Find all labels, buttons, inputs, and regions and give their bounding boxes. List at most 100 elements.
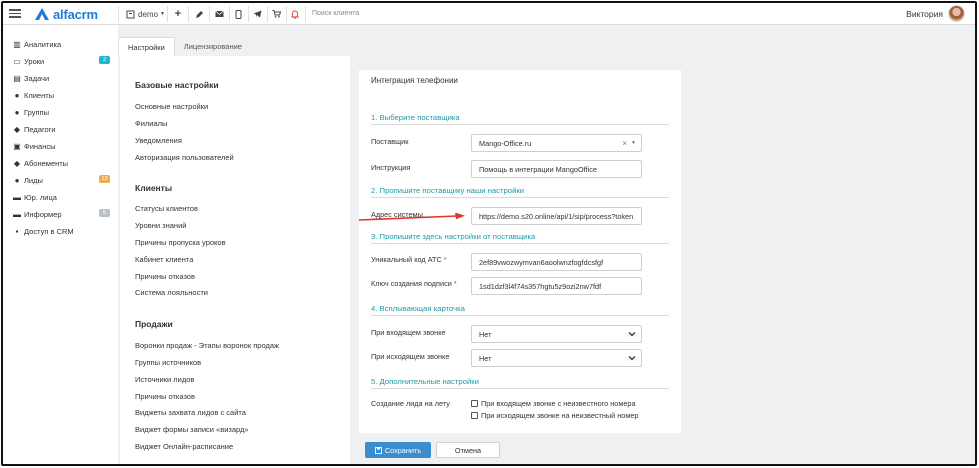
edit-button[interactable] [193,7,205,21]
menu-link[interactable]: Филиалы [135,119,167,128]
menu-link[interactable]: Основные настройки [135,102,208,111]
mail-button[interactable] [213,7,225,21]
step-1-heading: 1. Выберите поставщика [371,113,669,125]
calendar-icon: ▭ [13,56,21,66]
menu-link[interactable]: Причины пропуска уроков [135,238,226,247]
sidebar-item-label: Задачи [24,73,50,83]
sidebar-item-lessons[interactable]: ▭ Уроки 2 [12,54,112,68]
tab-licensing[interactable]: Лицензирование [175,37,251,56]
sms-button[interactable] [232,7,244,21]
divider [118,6,119,22]
checkbox-box[interactable] [471,400,478,407]
app-window: alfacrm demo ▼ + Поиск клиента Виктория … [1,1,977,466]
checkbox-box[interactable] [471,412,478,419]
incoming-unknown-checkbox[interactable]: При входящем звонке с неизвестного номер… [471,399,636,408]
branch-name: demo [138,9,159,19]
checkbox-label: При исходящем звонке на неизвестный номе… [481,411,639,420]
menu-link[interactable]: Система лояльности [135,288,208,297]
sidebar-item-informer[interactable]: ▬ Информер 5 [12,207,112,221]
signature-key-input[interactable]: 1sd1dzf3l4f74s357hgtu5z9ozi2nw7fdf [471,277,642,295]
menu-link[interactable]: Авторизация пользователей [135,153,234,162]
settings-menu: Базовые настройки Основные настройки Фил… [120,56,350,464]
notifications-button[interactable] [289,7,301,21]
tab-bar: Настройки Лицензирование [118,37,251,56]
informer-badge: 5 [99,209,110,217]
lock-icon: ▪ [15,226,19,236]
chevron-down-icon: ▼ [160,11,165,17]
menu-link[interactable]: Источники лидов [135,375,194,384]
sidebar-item-groups[interactable]: ● Группы [12,105,112,119]
sidebar-item-analytics[interactable]: ▥ Аналитика [12,37,112,51]
provider-value: Mango-Office.ru [479,138,532,148]
save-button[interactable]: Сохранить [365,442,431,458]
sidebar-item-clients[interactable]: ● Клиенты [12,88,112,102]
sidebar-item-label: Информер [24,209,62,219]
incoming-value: Нет [479,329,492,339]
menu-link[interactable]: Виджет формы записи «визард» [135,425,249,434]
outgoing-value: Нет [479,353,492,363]
provider-select[interactable]: Mango-Office.ru × ▼ [471,134,642,152]
logo-text: alfacrm [53,6,98,22]
menu-link[interactable]: Причины отказов [135,272,195,281]
menu-link[interactable]: Уровни знаний [135,221,186,230]
pencil-icon [193,8,205,20]
ats-code-value: 2ef89vwozwymvan6aoolwnzfogfdcsfgf [479,257,604,267]
clear-icon[interactable]: × [622,139,627,148]
sidebar-item-label: Группы [24,107,49,117]
user-menu[interactable]: Виктория [906,5,965,22]
floppy-icon [374,446,382,454]
menu-link[interactable]: Виджет Онлайн-расписание [135,442,233,451]
briefcase-icon: ▬ [13,192,21,202]
divider [188,6,189,22]
outgoing-unknown-checkbox[interactable]: При исходящем звонке на неизвестный номе… [471,411,638,420]
signature-key-value: 1sd1dzf3l4f74s357hgtu5z9ozi2nw7fdf [479,281,602,291]
sidebar-item-crm-access[interactable]: ▪ Доступ в CRM [12,224,112,238]
step-2-heading: 2. Пропишите поставщику наши настройки [371,186,669,198]
ats-code-input[interactable]: 2ef89vwozwymvan6aoolwnzfogfdcsfgf [471,253,642,271]
instruction-label: Инструкция [371,163,411,172]
sidebar-item-finance[interactable]: ▣ Финансы [12,139,112,153]
sign-label-text: Ключ создания подписи [371,279,452,288]
envelope-icon [213,8,225,20]
user-plus-icon: ● [14,175,20,185]
sidebar-item-teachers[interactable]: ◆ Педагоги [12,122,112,136]
menu-icon[interactable] [9,7,21,19]
incoming-label: При входящем звонке [371,328,446,337]
tag-icon: ◆ [13,158,21,168]
menu-link[interactable]: Статусы клиентов [135,204,198,213]
menu-link[interactable]: Уведомления [135,136,182,145]
step-4-heading: 4. Всплывающая карточка [371,304,669,316]
sidebar-item-subscriptions[interactable]: ◆ Абонементы [12,156,112,170]
menu-link[interactable]: Виджеты захвата лидов с сайта [135,408,246,417]
search-input[interactable]: Поиск клиента [312,10,359,17]
sidebar-item-legal-entities[interactable]: ▬ Юр. лица [12,190,112,204]
save-label: Сохранить [384,445,422,455]
sidebar-item-leads[interactable]: ● Лиды 13 [12,173,112,187]
instruction-link[interactable]: Помощь в интеграции MangoOffice [471,160,642,178]
menu-link[interactable]: Группы источников [135,358,201,367]
address-field[interactable]: https://demo.s20.online/api/1/sip/proces… [471,207,642,225]
telegram-button[interactable] [251,7,263,21]
telephony-settings-panel: Интеграция телефонии 1. Выберите поставщ… [359,70,681,433]
provider-label: Поставщик [371,137,409,146]
sidebar-item-tasks[interactable]: ▤ Задачи [12,71,112,85]
panel-title: Интеграция телефонии [371,76,458,85]
incoming-call-select[interactable]: Нет [471,325,642,343]
branch-selector[interactable]: demo ▼ [124,7,165,21]
user-icon: ● [14,90,20,100]
section-title-clients: Клиенты [135,183,173,193]
plus-button[interactable]: + [172,7,184,21]
menu-link[interactable]: Воронки продаж - Этапы воронок продаж [135,341,279,350]
cart-button[interactable] [270,7,282,21]
logo[interactable]: alfacrm [35,6,98,22]
tab-settings[interactable]: Настройки [118,37,175,56]
menu-link[interactable]: Причины отказов [135,392,195,401]
ats-label-text: Уникальный код АТС [371,255,442,264]
cancel-button[interactable]: Отмена [436,442,500,458]
menu-link[interactable]: Кабинет клиента [135,255,193,264]
outgoing-call-select[interactable]: Нет [471,349,642,367]
sidebar-item-label: Абонементы [24,158,69,168]
instruction-value: Помощь в интеграции MangoOffice [479,164,597,174]
envelope-icon: ▬ [13,209,21,219]
step-3-heading: 3. Пропишите здесь настройки от поставщи… [371,232,669,244]
